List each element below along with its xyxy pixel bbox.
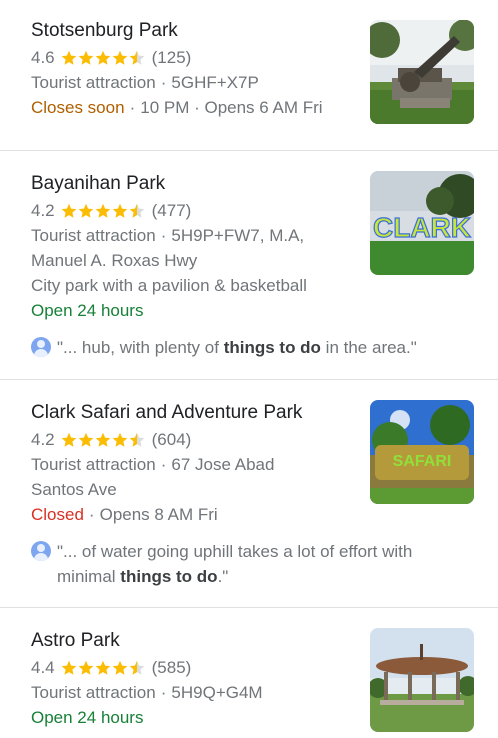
- category-address: Tourist attraction · 5H9Q+G4M: [31, 680, 346, 705]
- rating-value: 4.2: [31, 201, 55, 220]
- star-rating: [61, 660, 146, 676]
- place-card-stotsenburg-park[interactable]: Stotsenburg Park 4.6 (125) Tourist attra…: [0, 0, 498, 151]
- hours-text: 10 PM · Opens 6 AM Fri: [140, 98, 323, 117]
- rating-row: 4.4 (585): [31, 655, 346, 680]
- separator: ·: [160, 455, 167, 474]
- star-full-icon: [78, 432, 93, 447]
- review-count[interactable]: (604): [152, 427, 192, 452]
- cannon-monument-photo[interactable]: [370, 20, 474, 124]
- address: 5H9Q+G4M: [171, 683, 263, 702]
- star-full-icon: [112, 203, 127, 218]
- star-full-icon: [61, 432, 76, 447]
- star-full-icon: [112, 50, 127, 65]
- safari-entrance-photo[interactable]: SAFARI: [370, 400, 474, 504]
- star-rating: [61, 432, 146, 448]
- reviewer-avatar-icon: [31, 541, 51, 561]
- rating-value: 4.6: [31, 48, 55, 67]
- star-full-icon: [95, 660, 110, 675]
- places-list: Stotsenburg Park 4.6 (125) Tourist attra…: [0, 0, 498, 738]
- star-half-icon: [129, 50, 144, 65]
- reviewer-avatar-icon: [31, 337, 51, 357]
- star-full-icon: [61, 203, 76, 218]
- category: Tourist attraction: [31, 455, 156, 474]
- star-full-icon: [95, 432, 110, 447]
- address-continued: Santos Ave: [31, 480, 117, 499]
- rating-row: 4.2 (477): [31, 198, 346, 223]
- status-text: Open 24 hours: [31, 301, 144, 320]
- rating-row: 4.2 (604): [31, 427, 346, 452]
- separator: ·: [160, 73, 167, 92]
- rating-value: 4.4: [31, 658, 55, 677]
- star-rating: [61, 203, 146, 219]
- star-full-icon: [78, 203, 93, 218]
- status-text: Closed: [31, 505, 84, 524]
- review-text: "... hub, with plenty of things to do in…: [57, 338, 417, 357]
- separator: ·: [160, 226, 167, 245]
- place-card-astro-park[interactable]: Astro Park 4.4 (585) Tourist attraction ·…: [0, 608, 498, 738]
- photo-sign-text: SAFARI: [393, 453, 452, 470]
- star-full-icon: [61, 660, 76, 675]
- category-address: Tourist attraction · 5GHF+X7P: [31, 70, 346, 95]
- category: Tourist attraction: [31, 683, 156, 702]
- separator: ·: [129, 98, 136, 117]
- status-text: Closes soon: [31, 98, 125, 117]
- address: 67 Jose Abad: [171, 455, 275, 474]
- star-full-icon: [95, 50, 110, 65]
- star-full-icon: [112, 660, 127, 675]
- hours-text: Opens 8 AM Fri: [99, 505, 218, 524]
- review-snippet[interactable]: "... of water going uphill takes a lot o…: [31, 539, 461, 589]
- star-half-icon: [129, 203, 144, 218]
- address: 5GHF+X7P: [171, 73, 259, 92]
- star-full-icon: [78, 660, 93, 675]
- star-full-icon: [78, 50, 93, 65]
- hours-row: Closes soon · 10 PM · Opens 6 AM Fri: [31, 95, 346, 120]
- review-text: "... of water going uphill takes a lot o…: [57, 542, 413, 586]
- place-card-clark-safari[interactable]: Clark Safari and Adventure Park 4.2 (604…: [0, 380, 498, 608]
- address: 5H9P+FW7, M.A,: [171, 226, 305, 245]
- status-text: Open 24 hours: [31, 708, 144, 727]
- separator: ·: [88, 505, 95, 524]
- category: Tourist attraction: [31, 73, 156, 92]
- category: Tourist attraction: [31, 226, 156, 245]
- rating-value: 4.2: [31, 430, 55, 449]
- star-full-icon: [95, 203, 110, 218]
- description: City park with a pavilion & basketball: [31, 276, 307, 295]
- star-half-icon: [129, 432, 144, 447]
- address-continued: Manuel A. Roxas Hwy: [31, 251, 198, 270]
- review-count[interactable]: (125): [152, 45, 192, 70]
- photo-sign-text: CLARK: [373, 212, 471, 243]
- review-snippet[interactable]: "... hub, with plenty of things to do in…: [31, 335, 461, 360]
- hours-row: Closed · Opens 8 AM Fri: [31, 502, 346, 527]
- review-count[interactable]: (477): [152, 198, 192, 223]
- review-count[interactable]: (585): [152, 655, 192, 680]
- star-half-icon: [129, 660, 144, 675]
- gazebo-photo[interactable]: [370, 628, 474, 732]
- separator: ·: [160, 683, 167, 702]
- rating-row: 4.6 (125): [31, 45, 346, 70]
- star-full-icon: [112, 432, 127, 447]
- star-rating: [61, 50, 146, 66]
- category-address: Tourist attraction · 67 Jose Abad: [31, 452, 346, 477]
- place-card-bayanihan-park[interactable]: Bayanihan Park 4.2 (477) Tourist attract…: [0, 151, 498, 380]
- category-address: Tourist attraction · 5H9P+FW7, M.A,: [31, 223, 346, 248]
- clark-sign-photo[interactable]: CLARK: [370, 171, 474, 275]
- star-full-icon: [61, 50, 76, 65]
